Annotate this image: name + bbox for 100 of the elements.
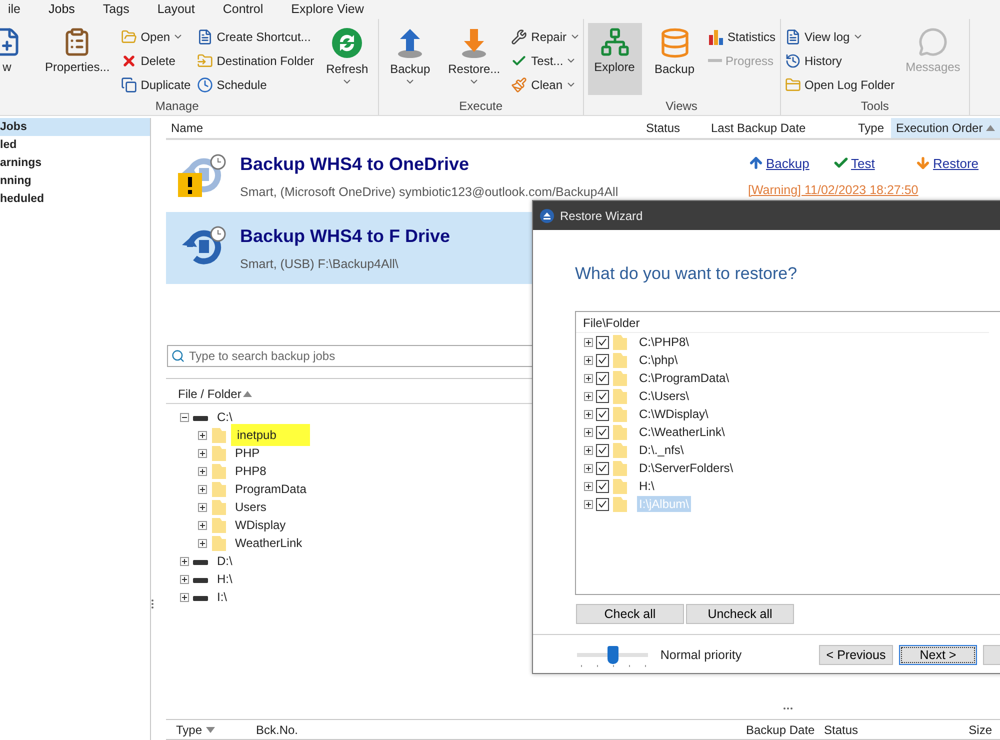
caret-icon	[343, 79, 352, 84]
expand-icon[interactable]	[198, 430, 207, 440]
ribbon-button[interactable]: Open Log Folder	[784, 75, 895, 94]
ribbon-button[interactable]: Restore...	[443, 23, 506, 95]
ribbon-button[interactable]: Delete	[120, 51, 191, 70]
tree-item[interactable]: D:\._nfs\	[637, 442, 686, 458]
check-all-button[interactable]: Check all	[576, 604, 684, 624]
expand-icon[interactable]	[584, 464, 593, 472]
folder-icon	[612, 442, 628, 458]
ribbon-tab[interactable]: ile	[0, 0, 35, 19]
expand-icon[interactable]	[584, 446, 593, 454]
expand-icon[interactable]	[180, 574, 189, 584]
expand-icon[interactable]	[198, 484, 207, 494]
tree-item[interactable]: WDisplay	[231, 518, 290, 532]
ribbon-button[interactable]: Backup	[383, 23, 438, 95]
sidebar-item[interactable]: nning	[0, 172, 150, 190]
tree-item[interactable]: C:\Users\	[637, 388, 692, 404]
expand-icon[interactable]	[584, 374, 593, 382]
ribbon-button[interactable]: Test...	[511, 51, 579, 70]
expand-icon[interactable]	[584, 482, 593, 490]
ribbon-button[interactable]: History	[784, 51, 895, 70]
tree-item[interactable]: PHP8	[231, 464, 270, 478]
tree-item[interactable]: PHP	[231, 446, 264, 460]
tree-item[interactable]: C:\php\	[637, 352, 680, 368]
expand-icon[interactable]	[198, 466, 207, 476]
ribbon-button[interactable]: Refresh	[320, 23, 374, 95]
column-header[interactable]: Execution Order	[891, 118, 1000, 138]
expand-icon[interactable]	[198, 502, 207, 512]
ribbon-button[interactable]: Repair	[511, 27, 579, 46]
tree-item[interactable]: inetpub	[231, 424, 310, 446]
tree-item[interactable]: C:\	[213, 410, 236, 424]
expand-icon[interactable]	[584, 428, 593, 436]
ribbon-button[interactable]: Clean	[511, 75, 579, 94]
tree-item[interactable]: ProgramData	[231, 482, 310, 496]
ribbon-tab[interactable]: Control	[208, 0, 278, 19]
checkbox[interactable]	[596, 336, 609, 348]
splitter-grip-icon[interactable]	[151, 599, 154, 609]
tree-item[interactable]: H:\	[213, 572, 236, 586]
sidebar-item[interactable]: Jobs	[0, 118, 150, 136]
tree-item[interactable]: Users	[231, 500, 270, 514]
uncheck-all-button[interactable]: Uncheck all	[686, 604, 794, 624]
tree-item[interactable]: C:\WeatherLink\	[637, 424, 727, 440]
ribbon-button[interactable]: Explore	[588, 23, 642, 95]
checkbox[interactable]	[596, 372, 609, 384]
expand-icon[interactable]	[198, 448, 207, 458]
sidebar-item[interactable]: arnings	[0, 154, 150, 172]
ribbon-button[interactable]: Schedule	[196, 75, 314, 94]
ribbon-button[interactable]: Create Shortcut...	[196, 27, 314, 46]
tree-item[interactable]: D:\	[213, 554, 236, 568]
tree-item[interactable]: C:\WDisplay\	[637, 406, 710, 422]
expand-icon[interactable]	[180, 556, 189, 566]
expand-icon[interactable]	[180, 592, 189, 602]
ribbon-button[interactable]: Backup	[648, 23, 702, 95]
column-header[interactable]: File / Folder	[178, 387, 242, 401]
slider-thumb[interactable]	[607, 646, 618, 664]
expand-icon[interactable]	[584, 338, 593, 346]
sidebar-item[interactable]: led	[0, 136, 150, 154]
ribbon-button[interactable]: Properties...	[40, 23, 115, 95]
checkbox[interactable]	[596, 462, 609, 474]
tree-item[interactable]: I:\	[213, 590, 232, 604]
column-header[interactable]: Size	[952, 722, 992, 736]
nav-button[interactable]: Next >	[899, 645, 977, 665]
splitter-grip-icon[interactable]	[783, 707, 793, 710]
ribbon-button[interactable]: w	[0, 23, 34, 95]
ribbon-button[interactable]: Open	[120, 27, 191, 46]
expand-icon[interactable]	[584, 410, 593, 418]
expand-icon[interactable]	[584, 500, 593, 508]
nav-button[interactable]: < Previous	[819, 645, 893, 665]
expand-icon[interactable]	[198, 520, 207, 530]
tree-item[interactable]: H:\	[637, 478, 656, 494]
checkbox[interactable]	[596, 444, 609, 456]
ribbon-tab[interactable]: Tags	[88, 0, 144, 19]
collapse-icon[interactable]	[180, 412, 189, 422]
column-header[interactable]: Type	[176, 722, 256, 736]
ribbon-tab[interactable]: Explore View	[277, 0, 378, 19]
ribbon-button[interactable]: Destination Folder	[196, 51, 314, 70]
expand-icon[interactable]	[198, 538, 207, 548]
tree-item[interactable]: C:\PHP8\	[637, 334, 692, 350]
action-link[interactable]: Restore	[915, 155, 995, 171]
tree-item[interactable]: D:\ServerFolders\	[637, 460, 736, 476]
checkbox[interactable]	[596, 426, 609, 438]
tree-item[interactable]: C:\ProgramData\	[637, 370, 732, 386]
sidebar-item[interactable]: heduled	[0, 190, 150, 208]
checkbox[interactable]	[596, 408, 609, 420]
checkbox[interactable]	[596, 480, 609, 492]
checkbox[interactable]	[596, 498, 609, 510]
expand-icon[interactable]	[584, 356, 593, 364]
ribbon-button[interactable]: Duplicate	[120, 75, 191, 94]
ribbon-button[interactable]: Statistics	[708, 27, 776, 46]
ribbon-button[interactable]: View log	[784, 27, 895, 46]
checkbox[interactable]	[596, 354, 609, 366]
column-header[interactable]: Bck.No.	[256, 722, 746, 736]
ribbon-tab[interactable]: Layout	[143, 0, 209, 19]
tree-item[interactable]: WeatherLink	[231, 536, 306, 550]
expand-icon[interactable]	[584, 392, 593, 400]
action-link[interactable]: Backup	[748, 155, 833, 171]
column-header[interactable]: Backup Date	[746, 722, 824, 736]
action-link[interactable]: Test	[833, 155, 915, 171]
checkbox[interactable]	[596, 390, 609, 402]
column-header[interactable]: Status	[824, 722, 952, 736]
